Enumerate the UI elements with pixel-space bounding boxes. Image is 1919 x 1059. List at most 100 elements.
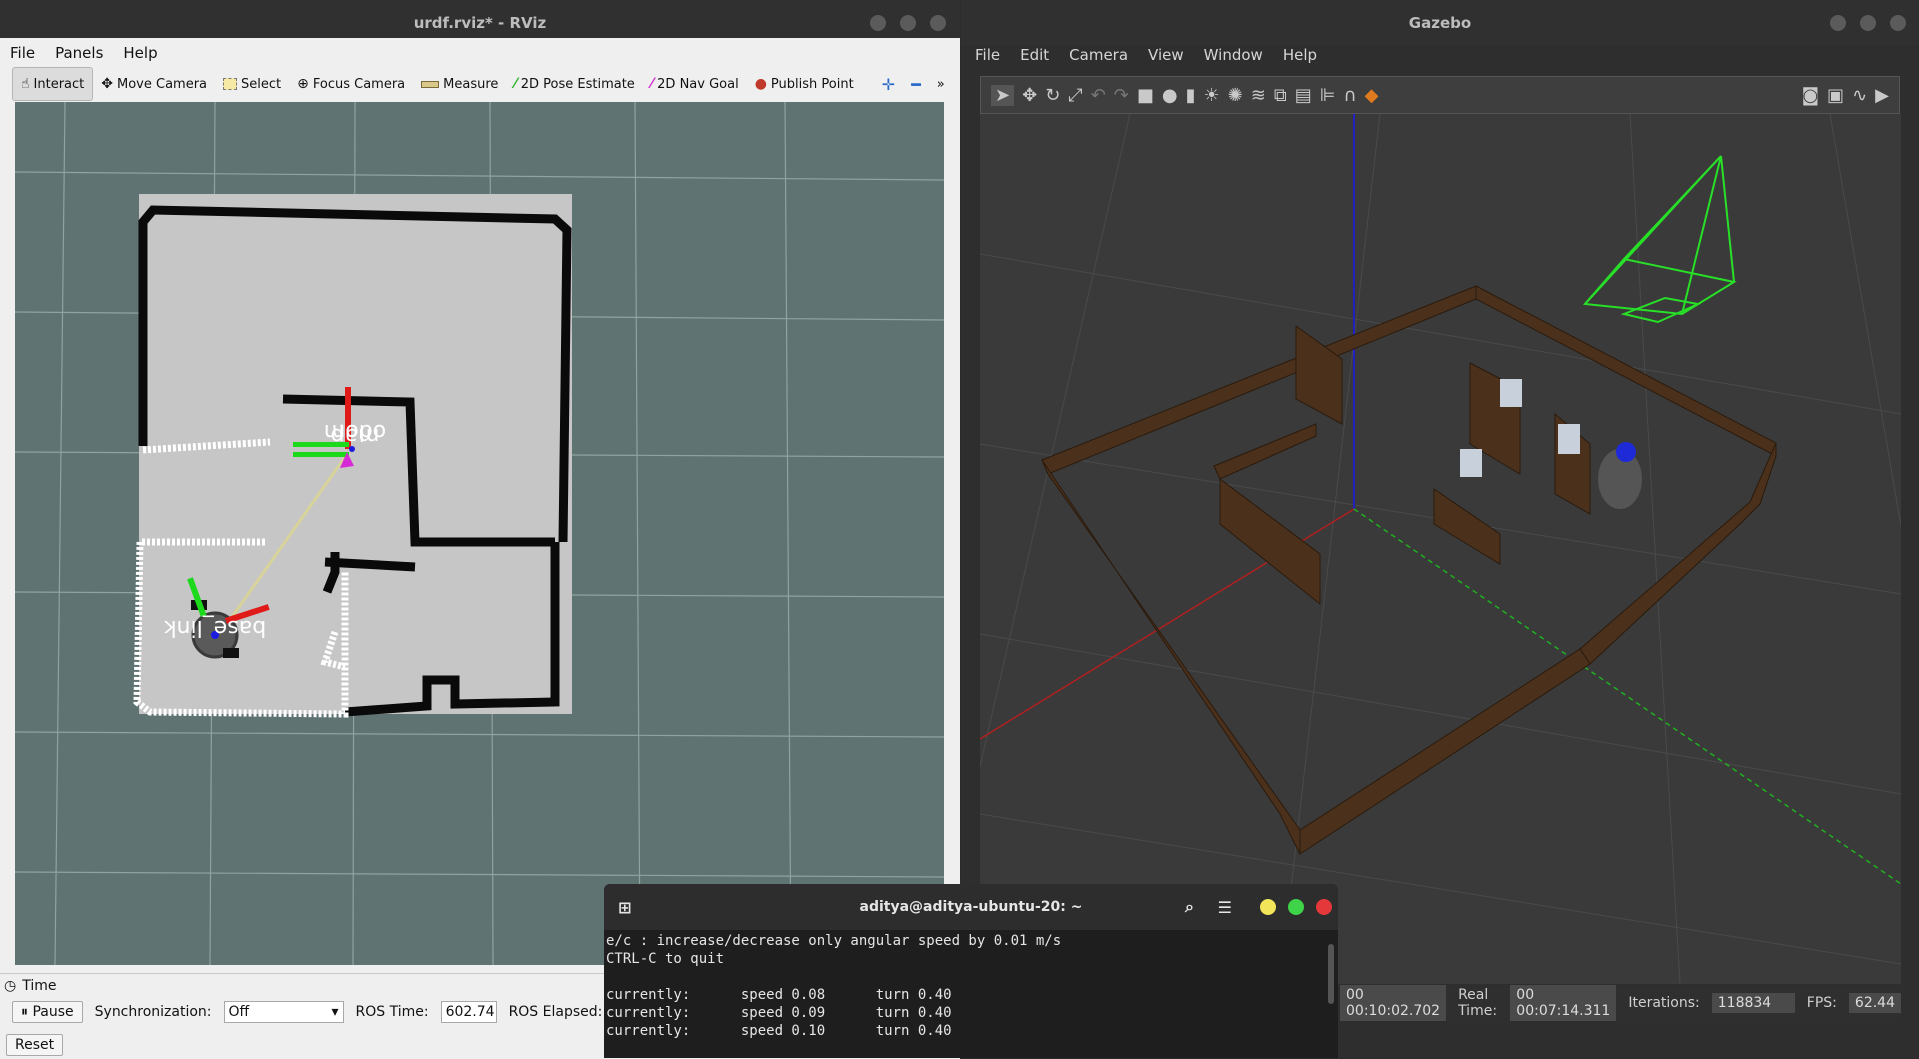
gz-menu-help[interactable]: Help (1273, 46, 1327, 64)
box-icon[interactable]: ■ (1137, 85, 1154, 106)
gazebo-maximize-button[interactable] (1860, 15, 1876, 31)
undo-icon[interactable]: ↶ (1091, 85, 1106, 106)
paste-icon[interactable]: ▤ (1295, 85, 1312, 106)
pin-icon: ● (754, 76, 767, 92)
terminal-title: aditya@aditya-ubuntu-20: ~ (859, 899, 1083, 915)
maze-walls (1041, 285, 1777, 855)
overflow-button[interactable]: » (929, 68, 953, 100)
tool-select[interactable]: Select (215, 68, 289, 100)
frame-label-base-link: base_link (164, 615, 267, 640)
spot-light-icon[interactable]: ✺ (1228, 85, 1243, 106)
terminal-maximize-button[interactable] (1288, 899, 1304, 915)
add-tool-button[interactable]: ✛ (874, 68, 903, 100)
select-icon (223, 78, 238, 90)
menu-icon[interactable]: ☰ (1218, 898, 1232, 917)
chevron-right-icon: » (936, 76, 945, 92)
search-icon[interactable]: ⌕ (1185, 897, 1194, 917)
marker-board (1500, 379, 1522, 407)
gz-menu-file[interactable]: File (965, 46, 1010, 64)
terminal-line: e/c : increase/decrease only angular spe… (606, 933, 1062, 949)
minimize-button[interactable] (870, 15, 886, 31)
ros-time-field[interactable]: 602.74 (440, 1001, 497, 1023)
plus-icon: ✛ (881, 74, 896, 94)
real-time-value: 00 00:07:14.311 (1510, 985, 1617, 1021)
terminal-close-button[interactable] (1316, 899, 1332, 915)
tool-move-camera[interactable]: ✥ Move Camera (93, 68, 215, 100)
ros-elapsed-label: ROS Elapsed: (508, 1004, 603, 1020)
gazebo-3d-view[interactable] (980, 114, 1901, 984)
record-video-icon[interactable]: ▶ (1875, 85, 1889, 106)
tool-publish-point[interactable]: ● Publish Point (747, 68, 862, 100)
terminal-line: currently: speed 0.10 turn 0.40 (606, 1023, 952, 1039)
terminal-line: CTRL-C to quit (606, 951, 725, 967)
tool-interact[interactable]: ☝ Interact (12, 67, 94, 101)
align-icon[interactable]: ⊫ (1320, 85, 1336, 106)
directional-light-icon[interactable]: ≋ (1251, 85, 1266, 106)
floor-grid (980, 114, 1901, 984)
sphere-icon[interactable]: ● (1162, 85, 1178, 106)
gz-menu-edit[interactable]: Edit (1010, 46, 1059, 64)
menu-help[interactable]: Help (113, 44, 167, 62)
gazebo-close-button[interactable] (1890, 15, 1906, 31)
plot-icon[interactable]: ∿ (1852, 85, 1867, 106)
gazebo-scene (980, 114, 1901, 984)
fps-value: 62.44 (1848, 993, 1901, 1013)
gazebo-title: Gazebo (1408, 14, 1472, 32)
tool-measure[interactable]: Measure (413, 68, 506, 100)
tool-focus-camera[interactable]: ⊕ Focus Camera (289, 68, 413, 100)
rviz-3d-view[interactable]: odom map base_link (15, 102, 944, 965)
terminal-window[interactable]: ⊞ aditya@aditya-ubuntu-20: ~ ⌕ ☰ e/c : i… (604, 884, 1338, 1058)
frame-label-map: map (331, 423, 380, 448)
terminal-minimize-button[interactable] (1260, 899, 1276, 915)
tool-2d-pose-estimate[interactable]: ⁄ 2D Pose Estimate (506, 68, 642, 100)
clock-icon: ◷ (4, 978, 17, 994)
gz-menu-window[interactable]: Window (1194, 46, 1273, 64)
remove-tool-button[interactable]: ━ (903, 68, 929, 100)
rviz-title: urdf.rviz* - RViz (413, 14, 547, 32)
gazebo-toolbar: ➤ ✥ ↻ ⤢ ↶ ↷ ■ ● ▮ ☀ ✺ ≋ ⧉ ▤ ⊫ ∩ ◆ ◙ ▣ ∿ … (980, 76, 1900, 114)
pause-button[interactable]: ⏸ Pause (12, 1001, 83, 1023)
pose-arrow-icon: ⁄ (514, 76, 517, 92)
screenshot-icon[interactable]: ◙ (1802, 85, 1819, 106)
gazebo-menubar: File Edit Camera View Window Help (965, 40, 1327, 70)
rotate-icon[interactable]: ↻ (1045, 85, 1060, 106)
terminal-line: currently: speed 0.09 turn 0.40 (606, 1005, 952, 1021)
redo-icon[interactable]: ↷ (1114, 85, 1129, 106)
terminal-header: ⊞ aditya@aditya-ubuntu-20: ~ ⌕ ☰ (604, 884, 1338, 930)
gazebo-minimize-button[interactable] (1830, 15, 1846, 31)
view-angle-icon[interactable]: ◆ (1365, 85, 1379, 106)
ruler-icon (421, 80, 440, 88)
log-icon[interactable]: ▣ (1827, 85, 1844, 106)
gz-menu-view[interactable]: View (1138, 46, 1194, 64)
fps-label: FPS: (1806, 995, 1837, 1011)
close-button[interactable] (930, 15, 946, 31)
maximize-button[interactable] (900, 15, 916, 31)
terminal-line: currently: speed 0.08 turn 0.40 (606, 987, 952, 1003)
iterations-value: 118834 (1711, 993, 1795, 1013)
real-time-label: Real Time: (1458, 987, 1498, 1019)
iterations-label: Iterations: (1628, 995, 1700, 1011)
point-light-icon[interactable]: ☀ (1204, 85, 1220, 106)
select-mode-icon[interactable]: ➤ (991, 84, 1015, 106)
snap-icon[interactable]: ∩ (1343, 85, 1356, 106)
menu-panels[interactable]: Panels (45, 44, 113, 62)
reset-button[interactable]: Reset (6, 1034, 64, 1056)
hand-icon: ☝ (21, 76, 30, 92)
nav-arrow-icon: ⁄ (650, 76, 654, 92)
map-canvas: odom map base_link (15, 102, 944, 965)
cylinder-icon[interactable]: ▮ (1186, 85, 1196, 106)
sync-select[interactable]: Off ▾ (223, 1001, 344, 1023)
scale-icon[interactable]: ⤢ (1068, 85, 1082, 106)
marker-board-2 (1558, 424, 1580, 454)
menu-file[interactable]: File (0, 44, 45, 62)
time-panel-title: Time (22, 978, 57, 994)
copy-icon[interactable]: ⧉ (1274, 85, 1287, 106)
tool-2d-nav-goal[interactable]: ⁄ 2D Nav Goal (643, 68, 747, 100)
translate-icon[interactable]: ✥ (1022, 85, 1037, 106)
terminal-scrollbar[interactable] (1328, 944, 1334, 1004)
new-tab-icon[interactable]: ⊞ (618, 898, 631, 917)
pause-icon: ⏸ (21, 1004, 28, 1020)
gz-menu-camera[interactable]: Camera (1059, 46, 1138, 64)
sim-time-value: 00 00:10:02.702 (1340, 985, 1447, 1021)
